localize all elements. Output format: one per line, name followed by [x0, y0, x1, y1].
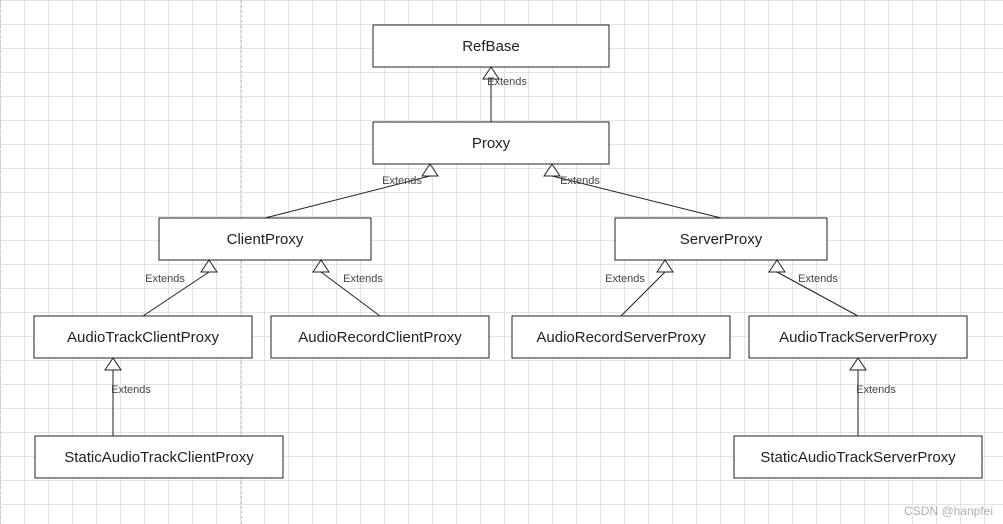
class-label: AudioRecordClientProxy — [298, 329, 462, 346]
class-label: StaticAudioTrackServerProxy — [760, 449, 956, 466]
edge-label: Extends — [487, 76, 527, 88]
class-label: AudioRecordServerProxy — [536, 329, 706, 346]
edge-label: Extends — [560, 175, 600, 187]
extends-arrowhead — [657, 260, 673, 272]
class-label: AudioTrackServerProxy — [779, 329, 937, 346]
edge-label: Extends — [605, 273, 645, 285]
edge-label: Extends — [343, 273, 383, 285]
extends-arrowhead — [201, 260, 217, 272]
extends-arrowhead — [544, 164, 560, 176]
extends-arrowhead — [105, 358, 121, 370]
class-label: Proxy — [472, 135, 511, 152]
extends-arrowhead — [850, 358, 866, 370]
class-label: AudioTrackClientProxy — [67, 329, 219, 346]
diagram: Extends Extends Extends Extends Extends Exten… — [0, 0, 1003, 524]
extends-arrowhead — [313, 260, 329, 272]
edge-label: Extends — [111, 384, 151, 396]
class-label: ServerProxy — [680, 231, 763, 248]
edge-label: Extends — [382, 175, 422, 187]
watermark: CSDN @hanpfei — [904, 504, 993, 518]
edge-label: Extends — [798, 273, 838, 285]
edge-label: Extends — [145, 273, 185, 285]
extends-arrowhead — [422, 164, 438, 176]
class-label: ClientProxy — [227, 231, 304, 248]
class-label: RefBase — [462, 38, 520, 55]
extends-arrowhead — [769, 260, 785, 272]
edge-label: Extends — [856, 384, 896, 396]
class-label: StaticAudioTrackClientProxy — [64, 449, 254, 466]
